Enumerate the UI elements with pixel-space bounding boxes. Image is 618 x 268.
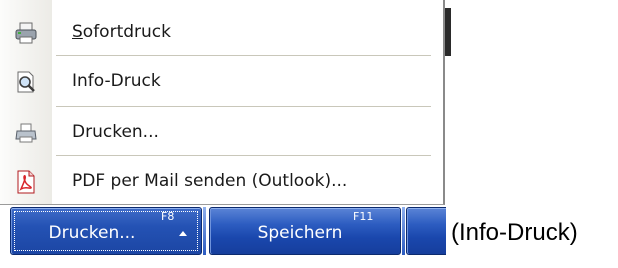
menu-separator <box>56 106 431 107</box>
shortcut-key-label: F8 <box>161 210 175 223</box>
caret-up-icon <box>179 231 187 236</box>
menu-separator <box>56 155 431 156</box>
print-button[interactable]: Drucken... F8 <box>10 207 202 255</box>
menu-separator <box>56 55 431 56</box>
menu-item-drucken[interactable]: Drucken... <box>0 108 443 156</box>
print-menu: Sofortdruck Info-Druck Drucken... PDF pe… <box>0 0 451 205</box>
save-button-label: Speichern <box>257 223 343 243</box>
menu-item-pdf-mail[interactable]: PDF per Mail senden (Outlook)... <box>0 157 443 205</box>
menu-item-label: PDF per Mail senden (Outlook)... <box>72 171 348 191</box>
menu-item-info-druck[interactable]: Info-Druck <box>0 57 443 105</box>
button-divider <box>402 207 405 255</box>
printer-icon <box>14 121 38 145</box>
menu-edge <box>445 8 451 56</box>
access-key-S: S <box>72 22 83 42</box>
button-divider <box>203 207 206 255</box>
menu-item-label: Info-Druck <box>72 71 161 91</box>
menu-item-label: Drucken... <box>72 122 159 142</box>
save-button[interactable]: Speichern F11 <box>209 207 401 255</box>
caption-text: (Info-Druck) <box>451 219 578 246</box>
printer-fast-icon <box>14 21 38 45</box>
next-toolbar-button[interactable] <box>406 207 446 255</box>
pdf-icon <box>14 170 38 194</box>
print-preview-icon <box>14 70 38 94</box>
menu-item-label-rest: ofortdruck <box>82 22 171 42</box>
menu-item-label: Sofortdruck <box>72 8 171 56</box>
menu-item-sofortdruck[interactable]: Sofortdruck <box>0 8 451 56</box>
shortcut-key-label: F11 <box>353 210 374 223</box>
print-button-label: Drucken... <box>48 223 136 243</box>
